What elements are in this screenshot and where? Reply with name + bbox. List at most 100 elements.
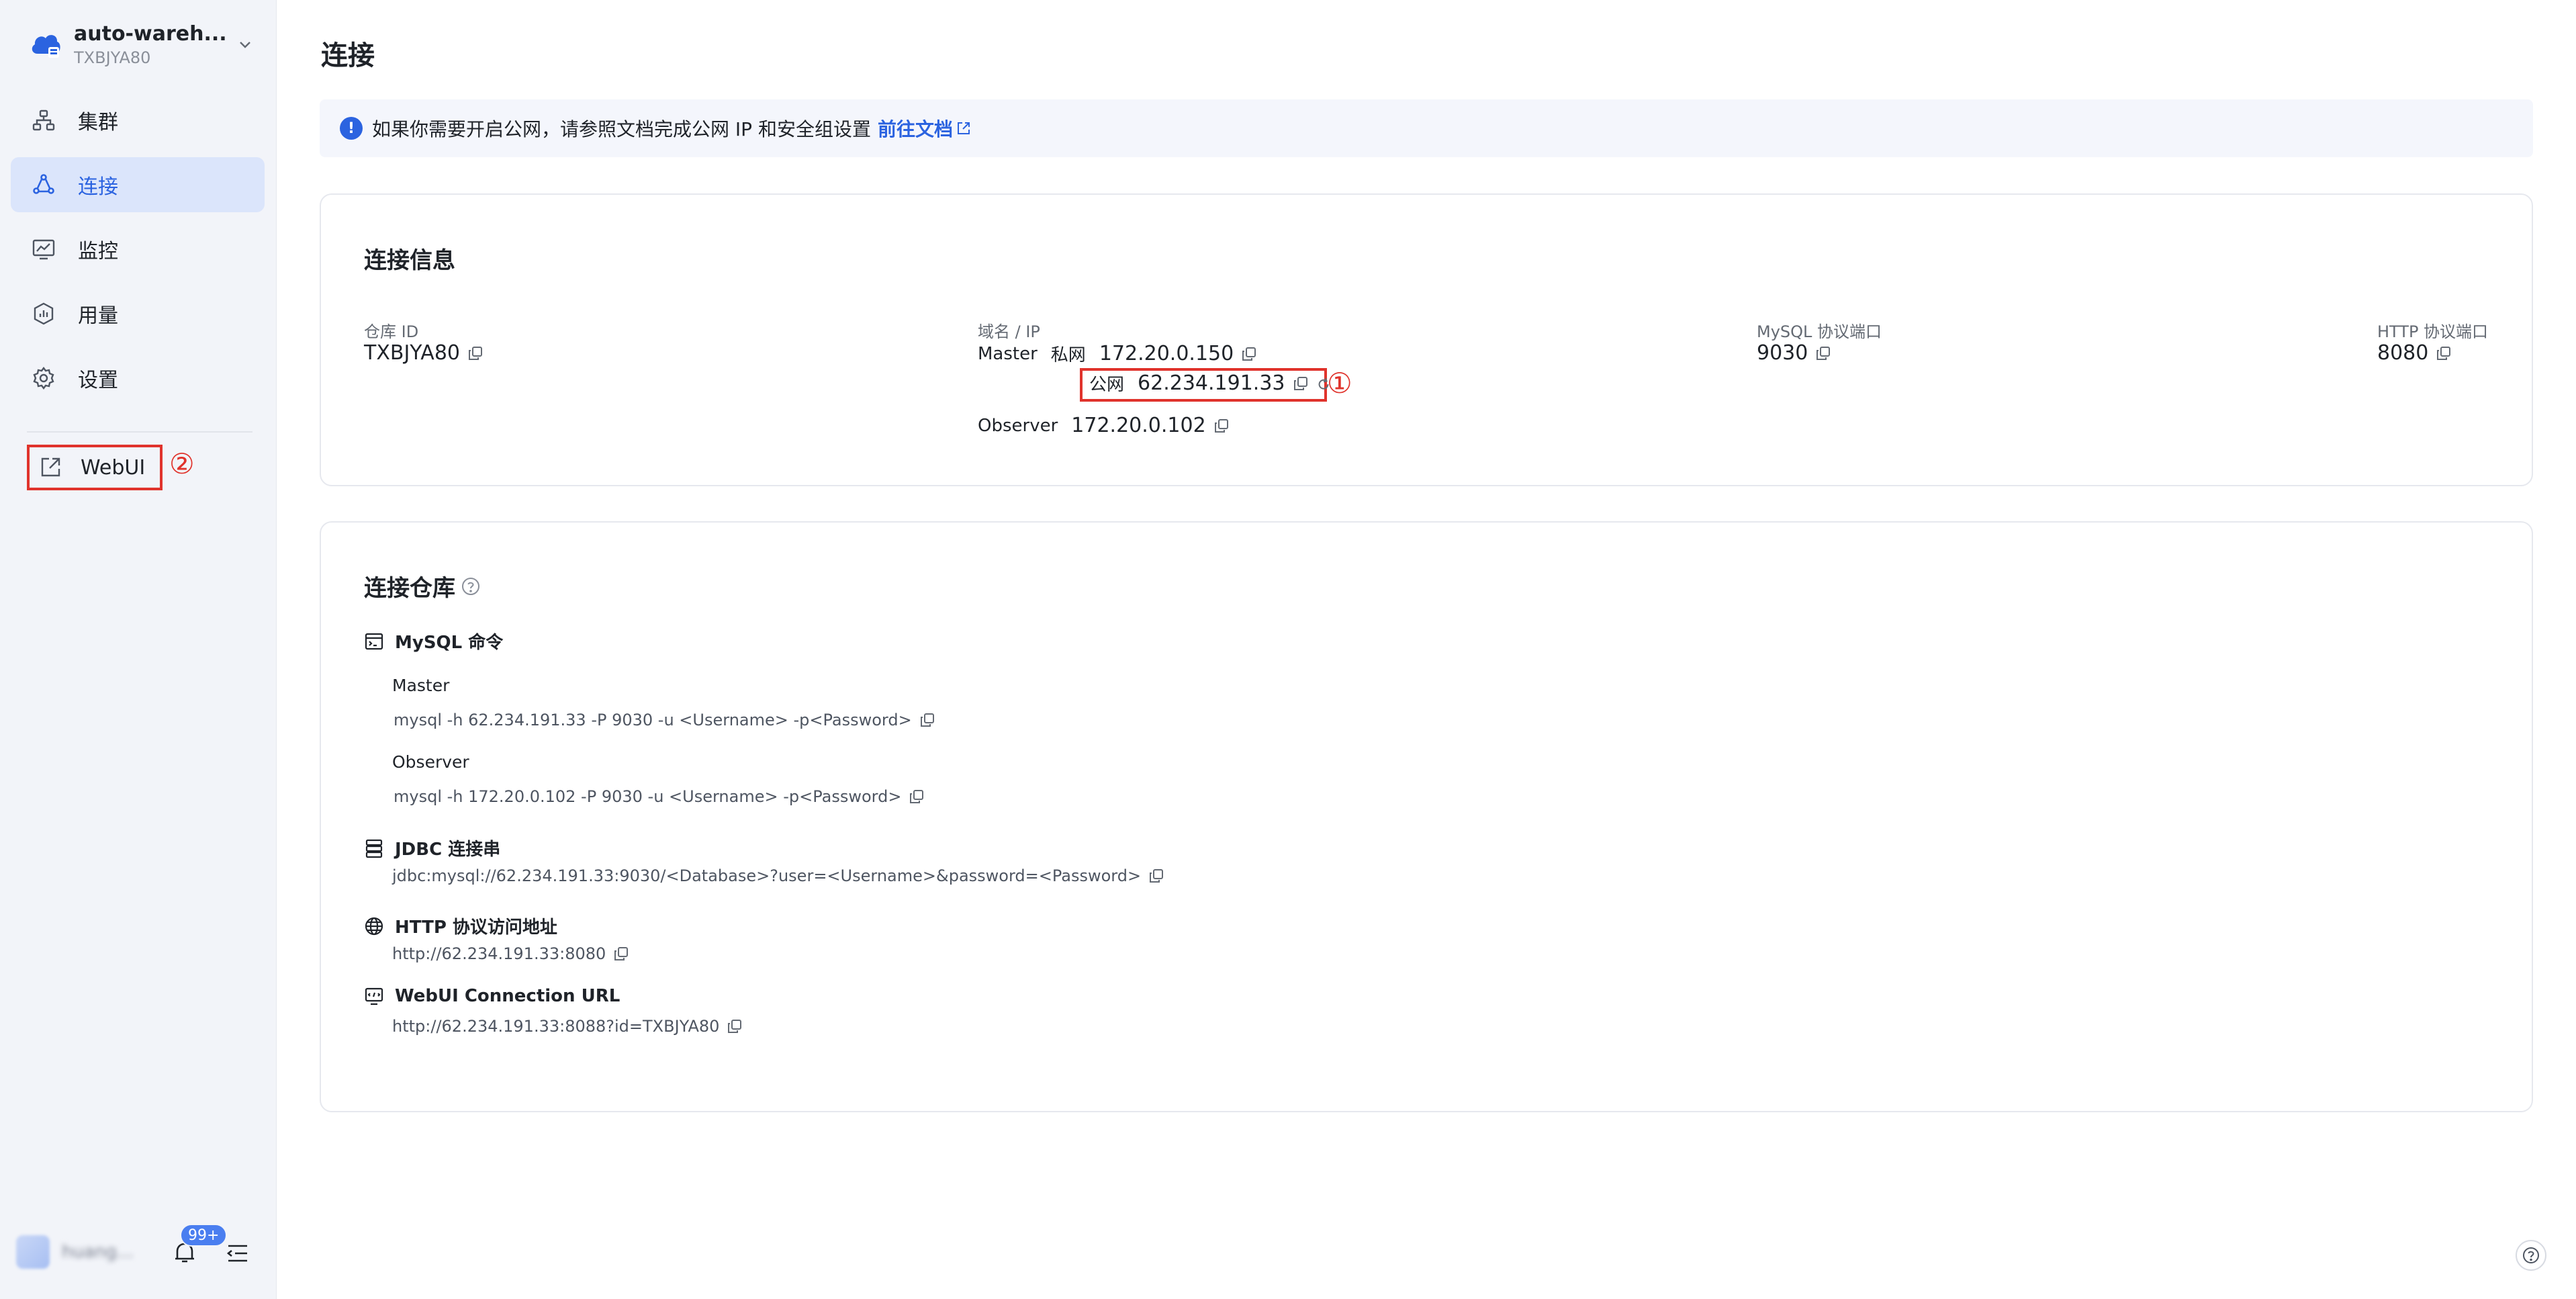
- jdbc-header: JDBC 连接串: [364, 836, 500, 860]
- connection-icon: [32, 173, 56, 197]
- jdbc-row: jdbc:mysql://62.234.191.33:9030/<Databas…: [392, 866, 1164, 885]
- master-cmd-label: Master: [392, 676, 450, 695]
- http-address-row: http://62.234.191.33:8080: [392, 944, 629, 963]
- master-public-row: 公网 62.234.191.33: [1089, 371, 1331, 396]
- master-cmd-text: mysql -h 62.234.191.33 -P 9030 -u <Usern…: [394, 711, 912, 729]
- http-address-text: http://62.234.191.33:8080: [392, 944, 606, 963]
- copy-icon[interactable]: [727, 1019, 742, 1034]
- avatar[interactable]: [16, 1235, 50, 1269]
- help-button[interactable]: [2516, 1240, 2546, 1271]
- copy-icon[interactable]: [1149, 868, 1164, 883]
- webui-icon: [364, 986, 384, 1006]
- sidebar-item-cluster[interactable]: 集群: [11, 93, 265, 148]
- http-port-value: 8080: [2377, 341, 2451, 365]
- webui-url-row: http://62.234.191.33:8088?id=TXBJYA80: [392, 1017, 742, 1036]
- http-address-header: HTTP 协议访问地址: [364, 913, 557, 938]
- connect-warehouse-title: 连接仓库: [364, 570, 481, 602]
- observer-cmd-label: Observer: [392, 752, 469, 772]
- monitor-icon: [32, 237, 56, 261]
- sidebar-item-label: 监控: [78, 240, 118, 263]
- sidebar-divider: [27, 431, 252, 433]
- webui-url-title: WebUI Connection URL: [395, 986, 620, 1006]
- external-link-icon: [39, 456, 62, 479]
- notice-text: 如果你需要开启公网，请参照文档完成公网 IP 和安全组设置: [372, 118, 871, 140]
- mysql-port-value: 9030: [1757, 341, 1831, 365]
- main-content: 连接 ! 如果你需要开启公网，请参照文档完成公网 IP 和安全组设置 前往文档 …: [277, 0, 2576, 1299]
- sidebar-item-label: 连接: [78, 175, 118, 199]
- webui-label: WebUI: [81, 455, 146, 480]
- http-port-label: HTTP 协议端口: [2377, 322, 2489, 341]
- http-address-title: HTTP 协议访问地址: [395, 917, 557, 938]
- public-ip: 62.234.191.33: [1138, 371, 1285, 395]
- copy-icon[interactable]: [909, 789, 924, 804]
- annotation-marker-1: ①: [1327, 367, 1352, 400]
- observer-cmd-text: mysql -h 172.20.0.102 -P 9030 -u <Userna…: [394, 787, 902, 806]
- sidebar-footer: huang... 99+: [16, 1224, 261, 1271]
- cloud-logo-icon: [27, 26, 64, 63]
- sidebar: auto-wareh... TXBJYA80 集群 连接 监控 用量 设置 We…: [0, 0, 277, 1299]
- chevron-down-icon[interactable]: [235, 34, 255, 54]
- private-ip: 172.20.0.150: [1099, 342, 1234, 365]
- copy-icon[interactable]: [468, 346, 483, 361]
- mysql-port-label: MySQL 协议端口: [1757, 322, 1882, 341]
- annotation-marker-2: ②: [169, 447, 195, 480]
- http-port-text: 8080: [2377, 341, 2429, 365]
- master-label: Master: [978, 343, 1038, 364]
- help-icon[interactable]: [461, 576, 481, 596]
- mysql-command-title: MySQL 命令: [395, 633, 504, 653]
- public-label: 公网: [1089, 375, 1125, 395]
- terminal-icon: [364, 631, 384, 652]
- warehouse-id-label: 仓库 ID: [364, 322, 419, 341]
- workspace-id: TXBJYA80: [74, 48, 151, 67]
- cluster-icon: [32, 108, 56, 132]
- domain-label: 域名 / IP: [978, 322, 1040, 341]
- notice-banner: ! 如果你需要开启公网，请参照文档完成公网 IP 和安全组设置 前往文档: [320, 99, 2533, 157]
- mysql-command-header: MySQL 命令: [364, 629, 503, 654]
- webui-url-text: http://62.234.191.33:8088?id=TXBJYA80: [392, 1017, 720, 1036]
- copy-icon[interactable]: [1214, 418, 1229, 433]
- copy-icon[interactable]: [2436, 346, 2451, 361]
- connect-warehouse-card: 连接仓库 MySQL 命令 Master mysql -h 62.234.191…: [320, 521, 2533, 1112]
- sidebar-item-label: 集群: [78, 111, 118, 134]
- sidebar-item-webui[interactable]: WebUI: [27, 445, 163, 490]
- database-icon: [364, 838, 384, 858]
- webui-url-header: WebUI Connection URL: [364, 986, 620, 1006]
- sidebar-item-settings[interactable]: 设置: [11, 351, 265, 406]
- copy-icon[interactable]: [614, 946, 629, 961]
- warehouse-id-value: TXBJYA80: [364, 341, 483, 365]
- copy-icon[interactable]: [920, 713, 935, 727]
- observer-label: Observer: [978, 415, 1058, 436]
- copy-icon[interactable]: [1293, 376, 1308, 391]
- usage-icon: [32, 302, 56, 326]
- mysql-port-text: 9030: [1757, 341, 1808, 365]
- copy-icon[interactable]: [1242, 347, 1256, 361]
- notification-badge: 99+: [180, 1224, 228, 1247]
- sidebar-nav: 集群 连接 监控 用量 设置: [11, 93, 265, 415]
- connect-warehouse-title-text: 连接仓库: [364, 575, 455, 602]
- master-private-row: Master 私网 172.20.0.150: [978, 341, 1256, 366]
- sidebar-item-usage[interactable]: 用量: [11, 286, 265, 341]
- globe-icon: [364, 916, 384, 936]
- external-link-icon: [957, 122, 970, 134]
- workspace-name: auto-wareh...: [74, 21, 227, 46]
- connection-info-title: 连接信息: [364, 247, 455, 274]
- observer-row: Observer 172.20.0.102: [978, 414, 1229, 437]
- docs-link-label: 前往文档: [877, 118, 953, 140]
- jdbc-title: JDBC 连接串: [395, 840, 501, 860]
- jdbc-text: jdbc:mysql://62.234.191.33:9030/<Databas…: [392, 866, 1142, 885]
- sidebar-item-connection[interactable]: 连接: [11, 157, 265, 212]
- copy-icon[interactable]: [1816, 346, 1831, 361]
- workspace-switcher[interactable]: auto-wareh... TXBJYA80: [27, 19, 255, 70]
- sidebar-item-label: 设置: [78, 369, 118, 392]
- private-label: 私网: [1050, 345, 1086, 365]
- connection-info-card: 连接信息 仓库 ID TXBJYA80 域名 / IP Master 私网 17…: [320, 193, 2533, 486]
- observer-ip: 172.20.0.102: [1071, 414, 1206, 437]
- collapse-sidebar-icon[interactable]: [224, 1240, 251, 1267]
- info-icon: !: [340, 117, 363, 140]
- page-title: 连接: [321, 40, 375, 71]
- observer-cmd-row: mysql -h 172.20.0.102 -P 9030 -u <Userna…: [394, 787, 924, 806]
- user-name[interactable]: huang...: [62, 1242, 136, 1262]
- sidebar-item-monitor[interactable]: 监控: [11, 222, 265, 277]
- sidebar-item-label: 用量: [78, 304, 118, 328]
- docs-link[interactable]: 前往文档: [878, 115, 972, 142]
